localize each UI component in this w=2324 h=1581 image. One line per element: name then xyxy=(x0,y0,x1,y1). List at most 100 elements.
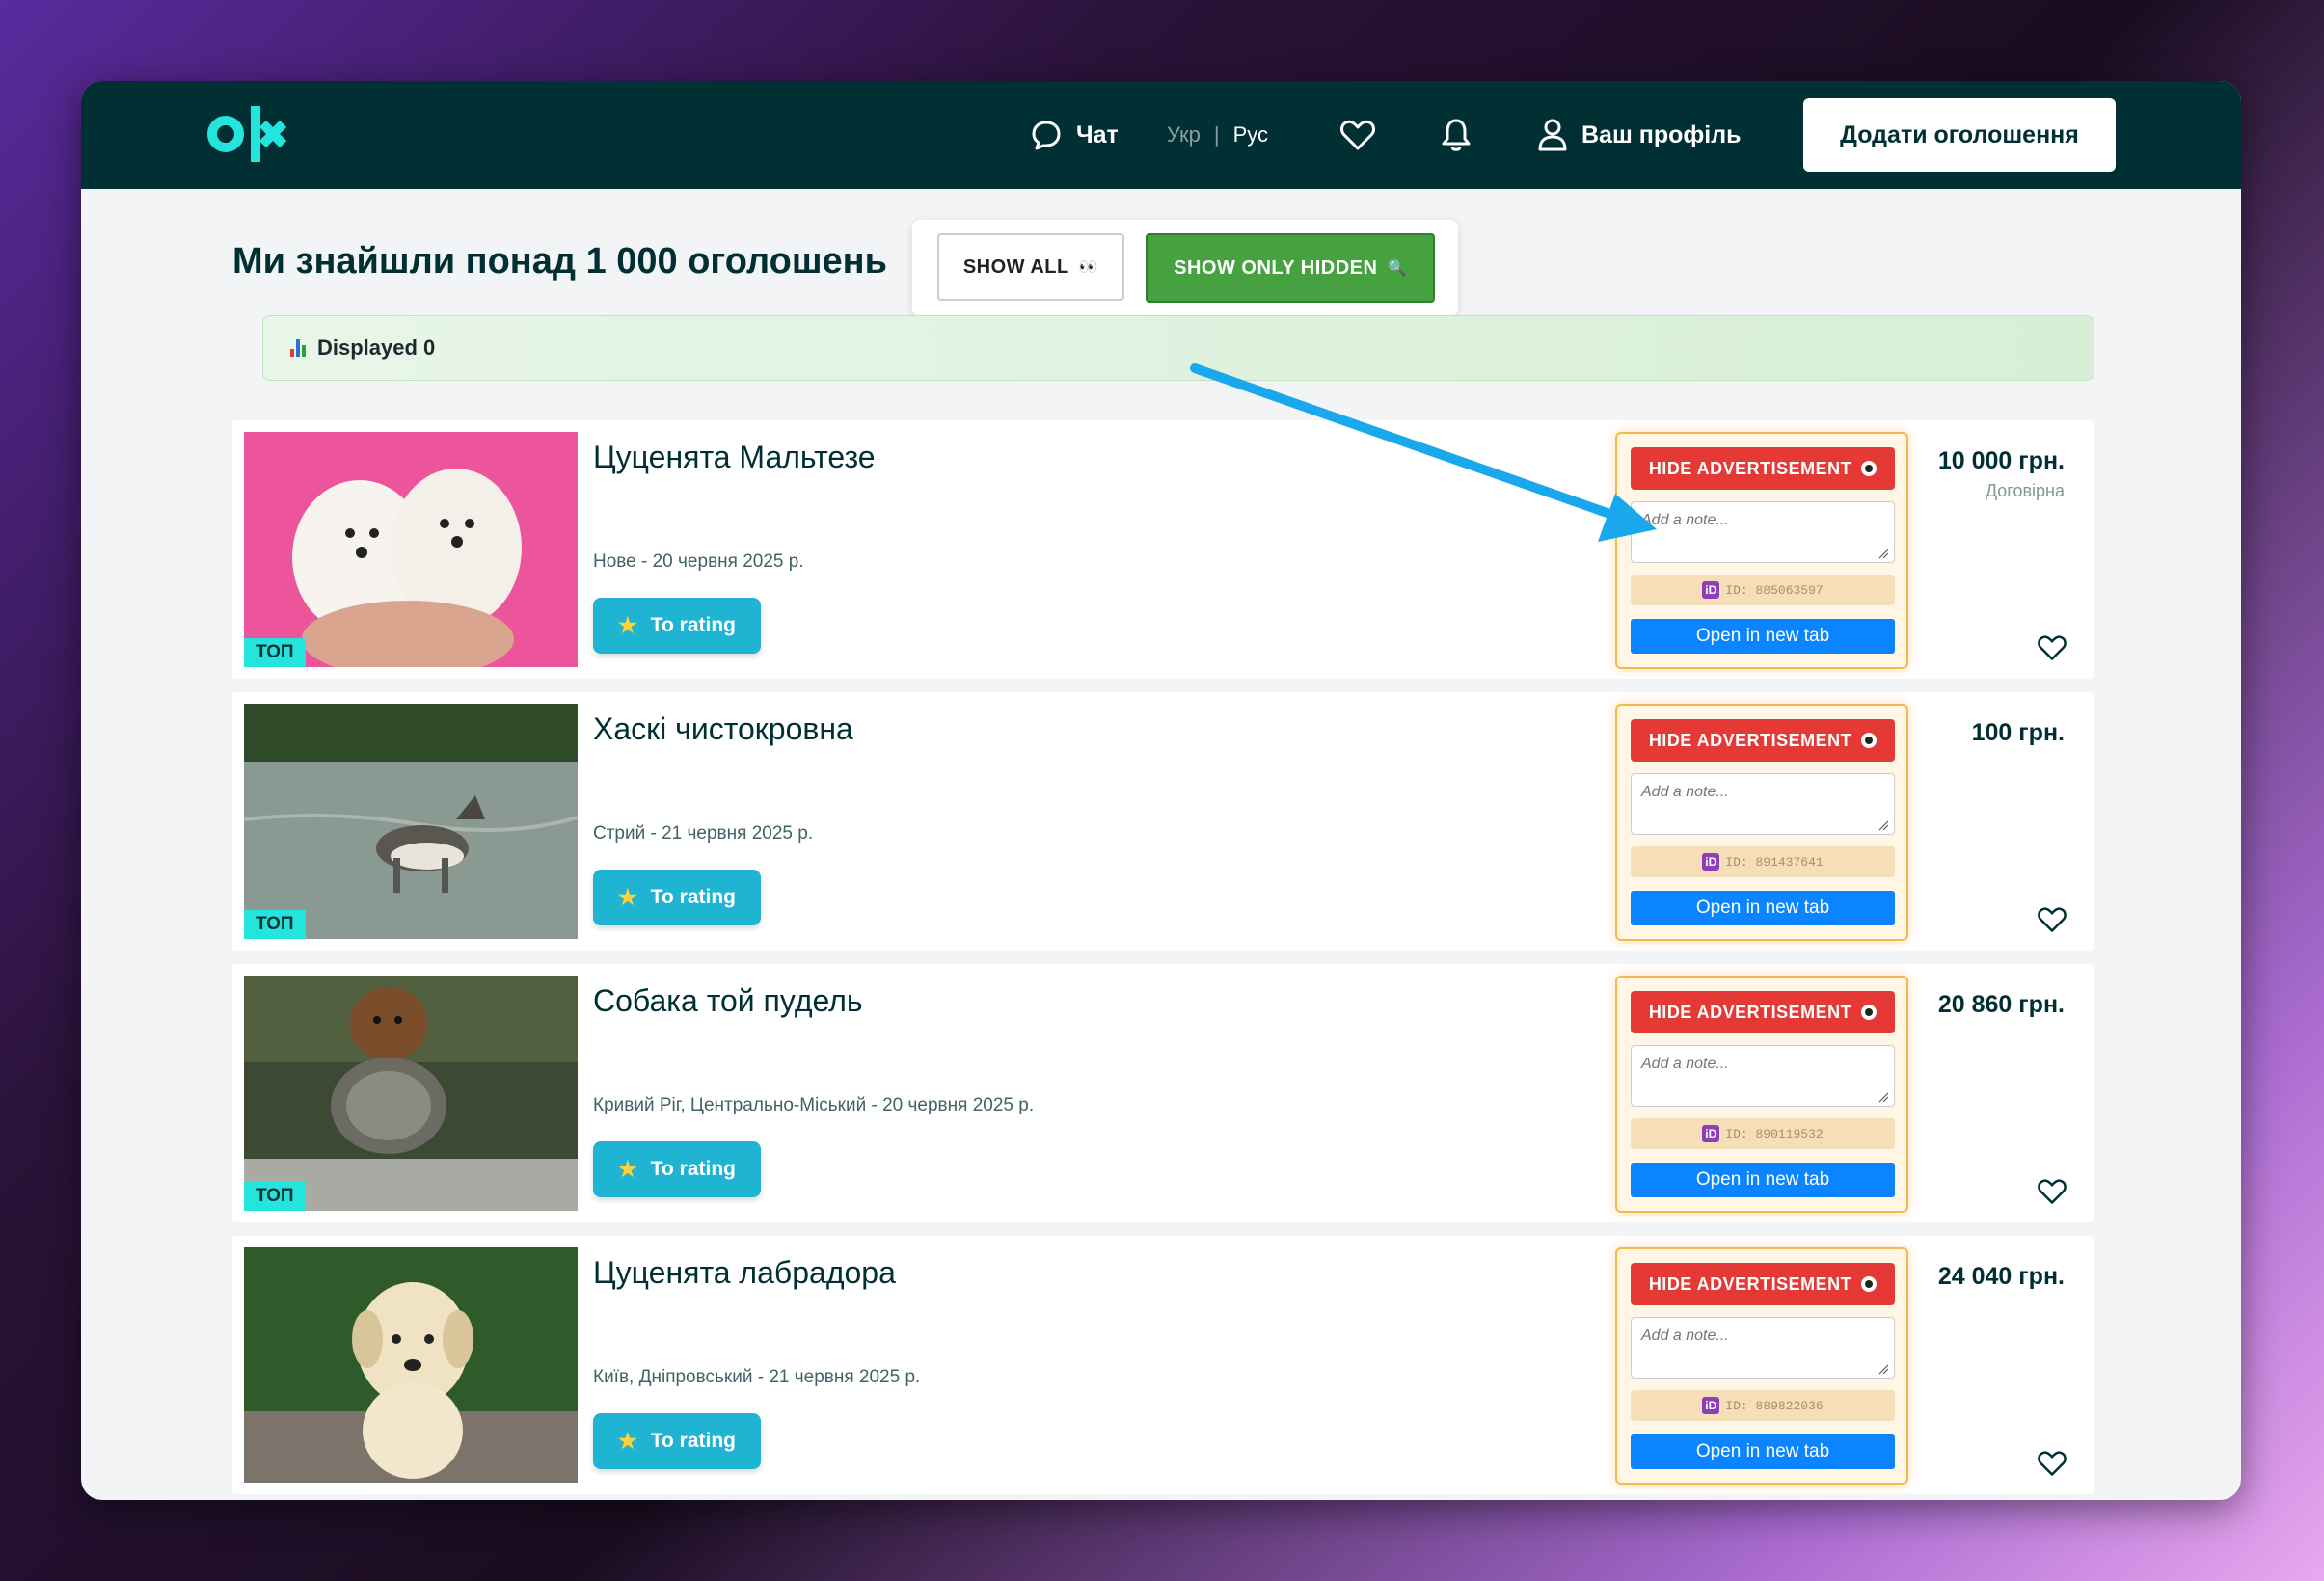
rating-label: To rating xyxy=(650,1430,736,1452)
eye-icon xyxy=(1861,1005,1878,1020)
listing-title[interactable]: Цуценята Мальтезе xyxy=(593,440,876,475)
listing-location-date: Нове - 20 червня 2025 р. xyxy=(593,551,804,572)
ad-id-label: iD ID: 889822036 xyxy=(1631,1390,1895,1421)
price-value: 10 000 грн. xyxy=(1937,447,2065,474)
ad-id-value: ID: 890119532 xyxy=(1725,1126,1824,1141)
chat-link[interactable]: Чат xyxy=(1030,81,1119,189)
ad-control-panel: HIDE ADVERTISEMENT iD ID: 890119532 Open… xyxy=(1615,976,1908,1213)
price-value: 20 860 грн. xyxy=(1937,991,2065,1018)
bell-icon xyxy=(1442,119,1471,151)
to-rating-button[interactable]: ★ To rating xyxy=(593,598,761,654)
eye-icon xyxy=(1861,461,1878,476)
browser-window: Чат Укр | Рус Ваш профіль Додати оголоше… xyxy=(81,81,2241,1500)
labrador-puppy-image xyxy=(244,1247,578,1483)
rating-label: To rating xyxy=(650,614,736,636)
hide-label: HIDE ADVERTISEMENT xyxy=(1648,458,1852,478)
open-new-tab-button[interactable]: Open in new tab xyxy=(1631,891,1895,925)
listing-card[interactable]: ТОП Собака той пудель Кривий Ріг, Центра… xyxy=(232,964,2094,1222)
husky-in-water-image xyxy=(244,704,578,939)
bar-chart-icon xyxy=(290,339,306,357)
rating-label: To rating xyxy=(650,1158,736,1180)
maltese-puppies-image xyxy=(244,432,578,667)
hide-advertisement-button[interactable]: HIDE ADVERTISEMENT xyxy=(1631,1263,1895,1305)
hide-label: HIDE ADVERTISEMENT xyxy=(1648,1273,1852,1294)
favorite-heart-icon[interactable] xyxy=(2038,1450,2067,1477)
note-input[interactable] xyxy=(1631,773,1895,835)
listing-location-date: Кривий Ріг, Центрально-Міський - 20 черв… xyxy=(593,1095,1035,1115)
favorite-heart-icon[interactable] xyxy=(2038,634,2067,661)
hide-advertisement-button[interactable]: HIDE ADVERTISEMENT xyxy=(1631,447,1895,490)
listing-price: 100 грн. xyxy=(1972,719,2065,747)
star-icon: ★ xyxy=(618,1157,637,1181)
notifications-link[interactable] xyxy=(1441,81,1485,189)
ad-control-panel: HIDE ADVERTISEMENT iD ID: 885063597 Open… xyxy=(1615,432,1908,669)
favorite-heart-icon[interactable] xyxy=(2038,906,2067,933)
ad-id-value: ID: 889822036 xyxy=(1725,1398,1824,1413)
listing-title[interactable]: Цуценята лабрадора xyxy=(593,1255,896,1291)
id-icon: iD xyxy=(1702,1397,1720,1414)
ad-id-value: ID: 891437641 xyxy=(1725,854,1824,870)
listing-image[interactable]: ТОП xyxy=(244,432,578,667)
add-ad-button[interactable]: Додати оголошення xyxy=(1803,98,2116,172)
listing-price: 10 000 грн. Договірна xyxy=(1938,447,2065,501)
listing-image[interactable]: ТОП xyxy=(244,704,578,939)
profile-link[interactable]: Ваш профіль xyxy=(1537,81,1741,189)
hide-label: HIDE ADVERTISEMENT xyxy=(1648,1002,1852,1022)
top-badge: ТОП xyxy=(244,1182,306,1211)
lang-separator: | xyxy=(1213,122,1220,147)
chat-icon xyxy=(1032,121,1061,150)
hide-advertisement-button[interactable]: HIDE ADVERTISEMENT xyxy=(1631,991,1895,1033)
filter-toggle-box: SHOW ALL 👀 SHOW ONLY HIDDEN 🔍 xyxy=(912,220,1458,316)
show-only-hidden-button[interactable]: SHOW ONLY HIDDEN 🔍 xyxy=(1146,233,1435,303)
lang-ukr[interactable]: Укр xyxy=(1167,122,1201,147)
star-icon: ★ xyxy=(618,1429,637,1453)
top-navbar: Чат Укр | Рус Ваш профіль Додати оголоше… xyxy=(81,81,2241,189)
ad-control-panel: HIDE ADVERTISEMENT iD ID: 889822036 Open… xyxy=(1615,1247,1908,1485)
page-title: Ми знайшли понад 1 000 оголошень xyxy=(232,241,887,281)
listing-card[interactable]: ТОП Цуценята Мальтезе Нове - 20 червня 2… xyxy=(232,420,2094,679)
hide-advertisement-button[interactable]: HIDE ADVERTISEMENT xyxy=(1631,719,1895,762)
open-new-tab-button[interactable]: Open in new tab xyxy=(1631,1434,1895,1469)
hide-label: HIDE ADVERTISEMENT xyxy=(1648,730,1852,750)
show-all-button[interactable]: SHOW ALL 👀 xyxy=(937,233,1124,301)
top-badge: ТОП xyxy=(244,910,306,939)
to-rating-button[interactable]: ★ To rating xyxy=(593,1413,761,1469)
ad-id-value: ID: 885063597 xyxy=(1725,582,1824,598)
toy-poodle-image xyxy=(244,976,578,1211)
ad-id-label: iD ID: 885063597 xyxy=(1631,575,1895,605)
listing-title[interactable]: Собака той пудель xyxy=(593,983,863,1019)
id-icon: iD xyxy=(1702,581,1720,599)
listing-location-date: Київ, Дніпровський - 21 червня 2025 р. xyxy=(593,1367,921,1387)
open-new-tab-button[interactable]: Open in new tab xyxy=(1631,619,1895,654)
negotiable-label: Договірна xyxy=(1985,481,2065,500)
id-icon: iD xyxy=(1702,853,1720,871)
listing-price: 20 860 грн. xyxy=(1938,991,2065,1019)
listing-card[interactable]: Цуценята лабрадора Київ, Дніпровський - … xyxy=(232,1236,2094,1494)
listing-image[interactable]: ТОП xyxy=(244,976,578,1211)
note-input[interactable] xyxy=(1631,501,1895,563)
listing-image[interactable] xyxy=(244,1247,578,1483)
listing-card[interactable]: ТОП Хаскі чистокровна Стрий - 21 червня … xyxy=(232,692,2094,951)
note-input[interactable] xyxy=(1631,1317,1895,1379)
id-icon: iD xyxy=(1702,1125,1720,1142)
eye-icon xyxy=(1861,1276,1878,1292)
lang-rus[interactable]: Рус xyxy=(1233,122,1268,147)
ad-id-label: iD ID: 890119532 xyxy=(1631,1118,1895,1149)
olx-logo[interactable] xyxy=(206,104,322,164)
chat-label: Чат xyxy=(1076,121,1119,148)
favorite-heart-icon[interactable] xyxy=(2038,1178,2067,1205)
rating-label: To rating xyxy=(650,886,736,908)
listing-title[interactable]: Хаскі чистокровна xyxy=(593,711,853,747)
stats-bar: Displayed 0 xyxy=(262,315,2094,381)
favorites-link[interactable] xyxy=(1340,81,1389,189)
profile-label: Ваш профіль xyxy=(1581,121,1742,148)
price-value: 100 грн. xyxy=(1971,719,2065,746)
to-rating-button[interactable]: ★ To rating xyxy=(593,1141,761,1197)
show-hidden-label: SHOW ONLY HIDDEN xyxy=(1174,256,1378,279)
open-new-tab-button[interactable]: Open in new tab xyxy=(1631,1163,1895,1197)
note-input[interactable] xyxy=(1631,1045,1895,1107)
listing-location-date: Стрий - 21 червня 2025 р. xyxy=(593,823,814,844)
to-rating-button[interactable]: ★ To rating xyxy=(593,870,761,925)
top-badge: ТОП xyxy=(244,638,306,667)
star-icon: ★ xyxy=(618,613,637,637)
